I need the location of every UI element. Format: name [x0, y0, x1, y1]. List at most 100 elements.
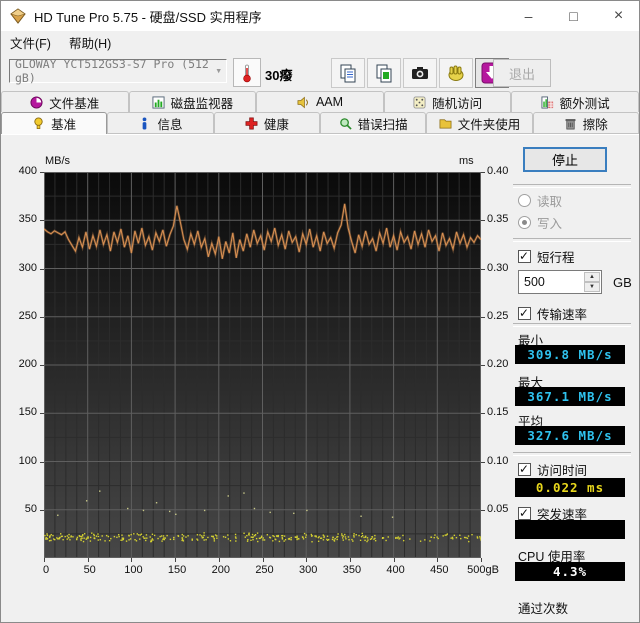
tick-mark — [481, 268, 485, 270]
hand-icon — [448, 65, 464, 81]
file-benchmark-icon — [30, 95, 43, 109]
tab-label: AAM — [315, 95, 344, 109]
min-value-display: 309.8 MB/s — [515, 345, 625, 364]
tab-benchmark[interactable]: 基准 — [1, 112, 108, 134]
copy-text-button[interactable] — [331, 58, 365, 88]
tab-label: 信息 — [157, 117, 183, 132]
menu-bar: 文件(F) 帮助(H) — [1, 31, 639, 54]
capacity-spinner[interactable]: 500 ▲ ▼ — [518, 270, 602, 294]
tick-mark — [131, 558, 133, 562]
spin-down-button[interactable]: ▼ — [584, 282, 600, 292]
tab-label: 擦除 — [582, 117, 608, 132]
tab-extra-tests[interactable]: 额外测试 — [511, 91, 639, 112]
app-window: HD Tune Pro 5.75 - 硬盘/SSD 实用程序 – □ × 文件(… — [0, 0, 640, 623]
separator — [513, 323, 631, 327]
camera-icon — [412, 67, 428, 79]
tab-aam[interactable]: AAM — [256, 91, 384, 112]
y-left-tick-label: 50 — [24, 502, 37, 515]
tick-mark — [40, 316, 44, 318]
capacity-unit: GB — [613, 275, 632, 290]
hand-button[interactable] — [439, 58, 473, 88]
tab-folder-usage[interactable]: 文件夹使用 — [426, 112, 533, 134]
speaker-icon — [297, 96, 308, 108]
drive-selector[interactable]: GLOWAY YCT512GS3-S7 Pro (512 gB) ▾ — [9, 57, 227, 85]
tab-label: 磁盘监视器 — [170, 96, 234, 111]
tab-file-benchmark[interactable]: 文件基准 — [1, 91, 129, 112]
benchmark-page: MB/s ms 400 350 300 250 200 150 100 50 0.40 0.35 0… — [1, 134, 639, 622]
tab-label: 文件基准 — [49, 96, 100, 111]
pass-count-label: 通过次数 — [518, 602, 569, 616]
tab-random-access[interactable]: 随机访问 — [383, 91, 512, 112]
tick-mark — [481, 413, 485, 415]
toolbar: GLOWAY YCT512GS3-S7 Pro (512 gB) ▾ 30癈 退… — [1, 54, 639, 90]
tab-error-scan[interactable]: 错误扫描 — [319, 112, 427, 134]
copy-image-icon — [376, 64, 392, 83]
tick-mark — [481, 461, 485, 463]
short-stroke-checkbox[interactable]: 短行程 — [518, 247, 575, 266]
plot-canvas — [44, 172, 481, 558]
thermometer-icon — [243, 64, 251, 82]
separator — [513, 452, 631, 456]
x-tick-label: 400 — [386, 564, 405, 576]
health-cross-icon — [245, 117, 258, 129]
separator — [513, 184, 631, 188]
tick-mark — [40, 268, 44, 270]
copy-image-button[interactable] — [367, 58, 401, 88]
extra-tests-icon — [541, 95, 553, 109]
checkbox-checked-icon — [518, 506, 531, 520]
tick-mark — [40, 413, 44, 415]
copy-text-icon — [340, 64, 356, 83]
tick-mark — [40, 172, 44, 173]
temperature-button[interactable] — [233, 58, 261, 87]
tab-label: 文件夹使用 — [457, 117, 521, 132]
minimize-button[interactable]: – — [506, 1, 551, 31]
tick-mark — [349, 558, 351, 562]
x-tick-label: 250 — [255, 564, 274, 576]
tab-row-upper: 文件基准 磁盘监视器 AAM 随机访问 额外测试 — [1, 91, 639, 112]
tab-erase[interactable]: 擦除 — [532, 112, 639, 134]
tab-info[interactable]: 信息 — [107, 112, 214, 134]
separator — [513, 238, 631, 242]
tab-health[interactable]: 健康 — [213, 112, 320, 134]
y-left-tick-label: 200 — [18, 358, 37, 370]
y-right-tick-label: 0.35 — [487, 213, 509, 226]
maximize-button[interactable]: □ — [551, 1, 596, 31]
exit-button[interactable]: 退出 — [493, 59, 551, 87]
menu-help[interactable]: 帮助(H) — [60, 30, 120, 55]
y-right-axis-unit: ms — [459, 155, 474, 167]
tick-mark — [218, 558, 220, 562]
checkbox-checked-icon — [518, 249, 531, 263]
y-left-tick-label: 350 — [18, 213, 37, 226]
access-time-checkbox[interactable]: 访问时间 — [518, 460, 587, 479]
checkbox-checked-icon — [518, 462, 531, 476]
radio-write[interactable]: 写入 — [518, 213, 562, 232]
x-tick-label: 450 — [430, 564, 449, 576]
x-tick-label: 500gB — [467, 564, 499, 576]
tab-disk-monitor[interactable]: 磁盘监视器 — [128, 91, 257, 112]
y-left-tick-label: 250 — [18, 309, 37, 322]
trash-icon — [565, 118, 576, 129]
x-tick-label: 300 — [299, 564, 318, 576]
spin-up-button[interactable]: ▲ — [584, 272, 600, 282]
y-right-tick-label: 0.30 — [487, 261, 509, 274]
tab-label: 错误扫描 — [357, 117, 408, 132]
menu-file[interactable]: 文件(F) — [1, 30, 60, 55]
tick-mark — [40, 365, 44, 366]
stop-button[interactable]: 停止 — [523, 147, 607, 172]
close-button[interactable]: × — [596, 1, 639, 31]
tick-mark — [306, 558, 308, 562]
checkbox-checked-icon — [518, 306, 531, 320]
x-tick-label: 150 — [167, 564, 187, 576]
y-right-tick-label: 0.10 — [487, 454, 509, 467]
tick-mark — [393, 558, 395, 562]
access-time-label: 访问时间 — [537, 464, 588, 478]
tick-mark — [262, 558, 264, 562]
transfer-rate-checkbox[interactable]: 传输速率 — [518, 304, 587, 323]
screenshot-button[interactable] — [403, 58, 437, 88]
capacity-value: 500 — [524, 275, 545, 289]
radio-write-label: 写入 — [537, 217, 563, 231]
radio-read-label: 读取 — [537, 195, 563, 209]
y-left-axis-unit: MB/s — [45, 155, 71, 167]
y-left-tick-label: 400 — [18, 165, 37, 177]
radio-read[interactable]: 读取 — [518, 191, 562, 210]
